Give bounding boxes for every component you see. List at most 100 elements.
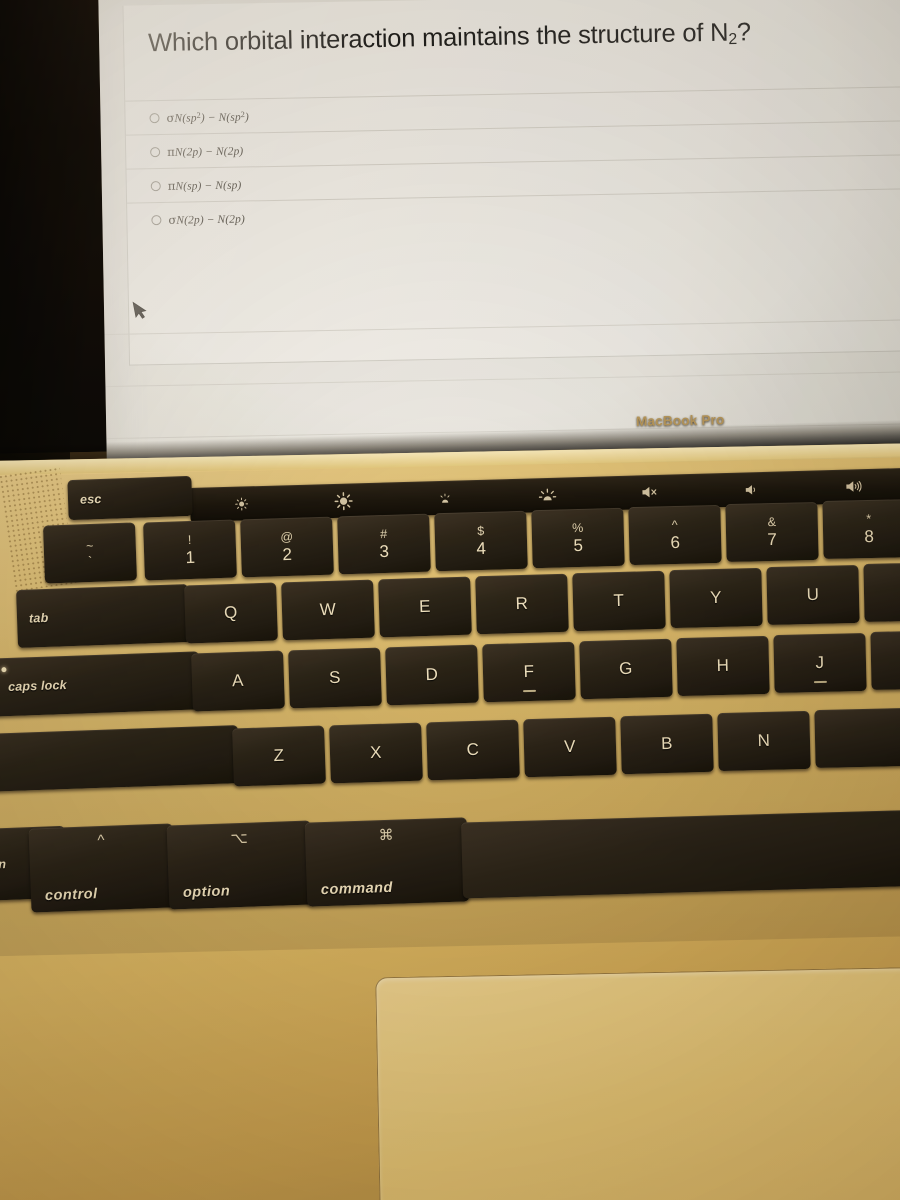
key-w[interactable]: W [281,579,375,641]
key-7-shift-label: & [767,514,777,529]
key-7-label: 7 [767,529,778,549]
answer-options-list: σN(sp2) − N(sp2) πN(2p) − N(2p) πN(sp) −… [125,84,900,237]
key-6[interactable]: ^ 6 [628,504,722,566]
brightness-down-icon[interactable] [190,485,293,522]
key-c[interactable]: C [426,719,520,781]
option-3-body: N(sp) − N(sp) [175,179,242,193]
key-5[interactable]: % 5 [531,507,625,569]
sigma-symbol: σ [168,212,177,227]
key-control[interactable]: ^ control [28,823,176,913]
answer-option-1-label: σN(sp2) − N(sp2) [166,109,249,125]
key-r-label: R [515,593,529,614]
key-backtick-shift-label: ~ [85,538,94,553]
radio-button-icon[interactable] [150,180,161,191]
key-backtick-label: ` [88,553,93,568]
option-4-body: N(2p) − N(2p) [176,212,245,227]
key-6-shift-label: ^ [671,517,678,532]
key-shift-left[interactable]: ift [0,725,240,793]
key-option[interactable]: ⌥ option [166,820,314,910]
key-y[interactable]: Y [669,567,763,629]
key-1-label: 1 [185,547,196,567]
answer-option-2-label: πN(2p) − N(2p) [167,143,243,158]
trackpad[interactable] [375,966,900,1200]
key-s-label: S [328,667,342,688]
answer-option-3-label: πN(sp) − N(sp) [168,177,242,192]
question-title-suffix: ? [736,18,752,47]
key-x-label: X [369,742,383,763]
key-option-label: option [182,883,231,902]
key-4-shift-label: $ [477,523,485,538]
homing-bar-icon [523,689,537,693]
key-x[interactable]: X [329,722,423,784]
option-1-suffix: ) [244,110,250,123]
key-k[interactable] [870,630,900,690]
key-8-shift-label: * [866,511,872,526]
key-fn-label: fn [0,857,7,872]
key-3[interactable]: # 3 [337,513,431,575]
key-d[interactable]: D [385,644,479,706]
radio-button-icon[interactable] [150,146,161,157]
key-space[interactable] [461,809,900,899]
key-r[interactable]: R [475,573,569,635]
key-f[interactable]: F [482,641,576,703]
key-z[interactable]: Z [232,725,326,787]
control-symbol-icon: ^ [97,831,105,850]
key-e[interactable]: E [378,576,472,638]
key-j-label: J [815,652,825,673]
radio-button-icon[interactable] [149,112,160,123]
key-t-label: T [613,590,625,611]
key-backtick[interactable]: ~ ` [43,522,137,584]
key-y-label: Y [709,587,723,608]
key-f-label: F [523,661,535,682]
key-tab[interactable]: tab [16,584,190,648]
key-i[interactable] [863,562,900,622]
key-a-label: A [231,670,245,691]
answer-option-4-label: σN(2p) − N(2p) [168,211,245,226]
key-esc-label: esc [79,492,102,507]
key-2[interactable]: @ 2 [240,516,334,578]
key-t[interactable]: T [572,570,666,632]
key-control-label: control [44,886,98,905]
key-2-shift-label: @ [280,529,294,544]
key-n[interactable]: N [717,710,811,772]
key-a[interactable]: A [191,650,285,712]
key-8-label: 8 [864,526,875,546]
key-7[interactable]: & 7 [725,501,819,563]
key-1[interactable]: ! 1 [143,519,237,581]
macbook-photo: Which orbital interaction maintains the … [0,0,900,1200]
key-g[interactable]: G [579,638,673,700]
key-u[interactable]: U [766,564,860,626]
key-4[interactable]: $ 4 [434,510,528,572]
brightness-up-icon[interactable] [292,482,395,519]
key-2-label: 2 [282,544,293,564]
key-u-label: U [806,584,820,605]
key-5-shift-label: % [571,520,584,535]
key-j[interactable]: J [773,632,867,694]
key-5-label: 5 [573,535,584,555]
question-title-prefix: Which orbital interaction maintains the … [147,18,729,58]
key-q[interactable]: Q [184,582,278,644]
key-e-label: E [418,596,432,617]
option-symbol-icon: ⌥ [230,829,249,848]
key-m[interactable] [814,707,900,769]
option-1-mid: ) − N(sp [200,111,241,124]
radio-button-icon[interactable] [151,214,162,225]
key-v[interactable]: V [523,716,617,778]
key-esc[interactable]: esc [67,475,193,521]
key-g-label: G [618,658,634,679]
option-2-body: N(2p) − N(2p) [174,145,244,159]
key-s[interactable]: S [288,647,382,709]
key-caps-lock[interactable]: caps lock [0,651,201,717]
key-c-label: C [466,739,480,760]
key-h[interactable]: H [676,635,770,697]
key-command[interactable]: ⌘ command [304,817,470,907]
key-4-label: 4 [476,538,487,558]
key-w-label: W [319,599,337,620]
key-command-label: command [320,879,394,899]
key-b[interactable]: B [620,713,714,775]
question-card: Which orbital interaction maintains the … [122,0,900,366]
key-caps-lock-label: caps lock [7,677,68,695]
key-8[interactable]: * 8 [822,499,900,559]
keyboard-backlight-down-icon[interactable] [394,479,497,516]
key-6-label: 6 [670,532,681,552]
